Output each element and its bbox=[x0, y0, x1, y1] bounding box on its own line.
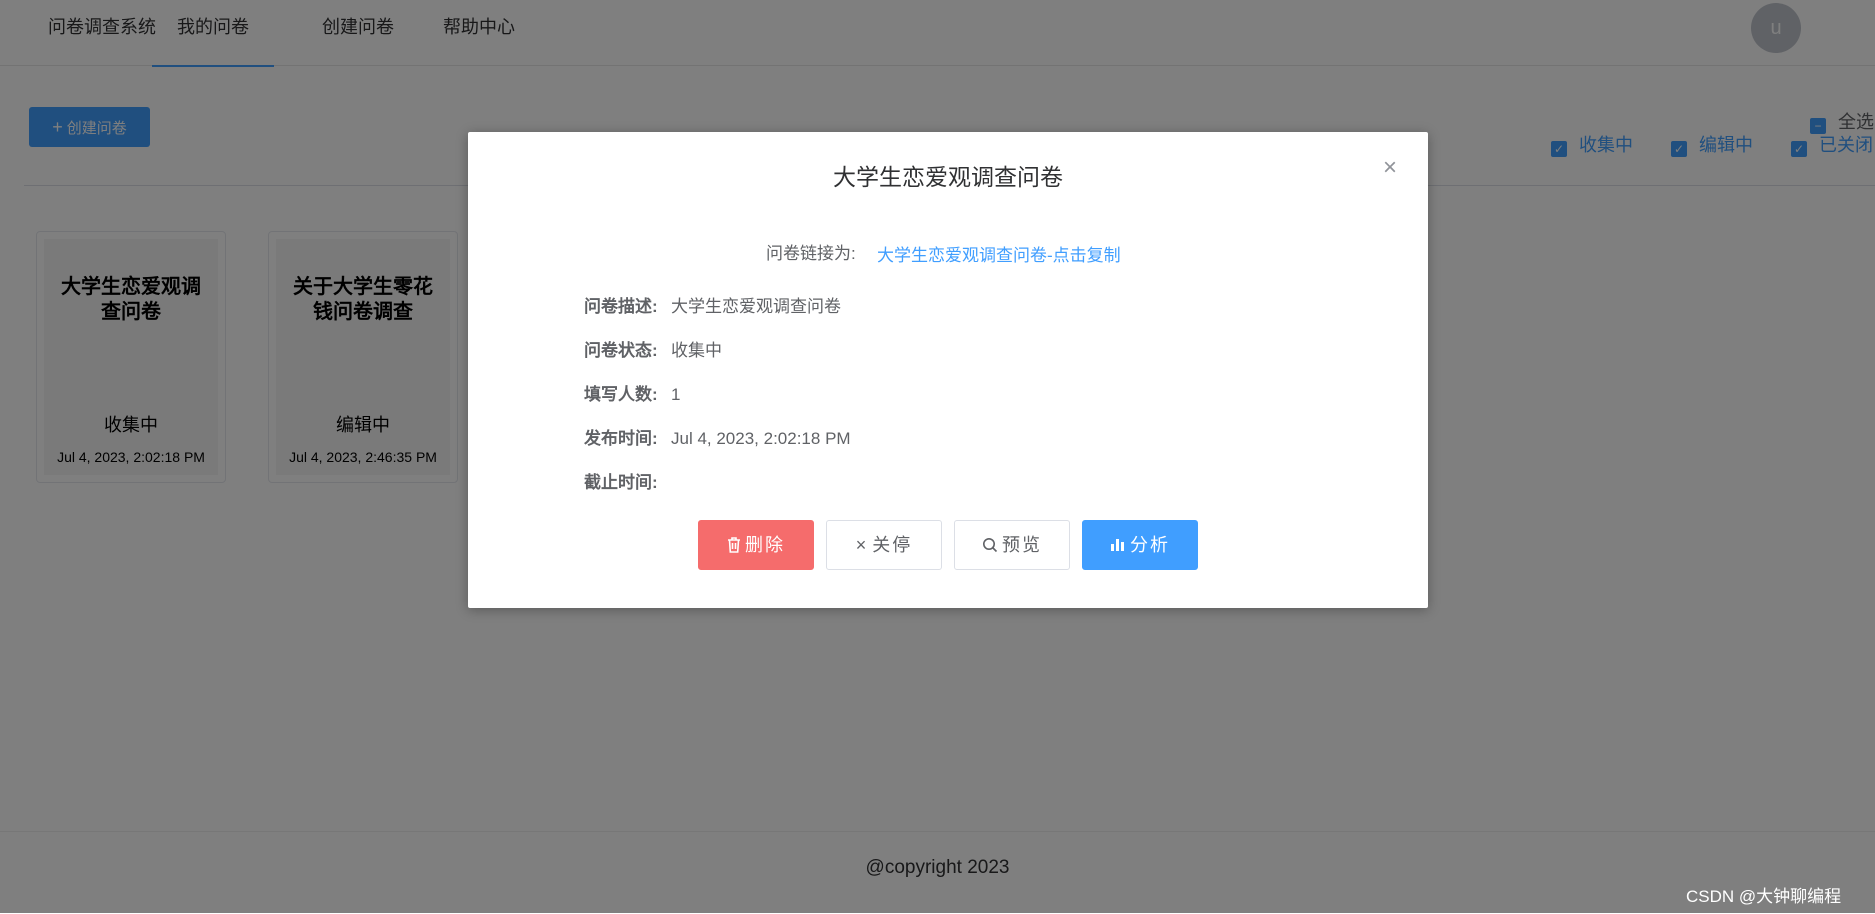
field-key: 填写人数: bbox=[584, 385, 658, 404]
field-value: 收集中 bbox=[671, 341, 722, 360]
watermark: CSDN @大钟聊编程 bbox=[1686, 887, 1842, 906]
stop-label: 关停 bbox=[872, 535, 913, 555]
field-deadline: 截止时间: bbox=[584, 468, 671, 493]
field-publish-time: 发布时间: Jul 4, 2023, 2:02:18 PM bbox=[584, 424, 851, 449]
survey-link-label: 问卷链接为: bbox=[766, 244, 856, 263]
field-value: 大学生恋爱观调查问卷 bbox=[671, 297, 841, 316]
trash-icon bbox=[727, 521, 741, 569]
delete-button[interactable]: 删除 bbox=[698, 520, 814, 570]
analyze-button[interactable]: 分析 bbox=[1082, 520, 1198, 570]
survey-detail-dialog: 大学生恋爱观调查问卷 × 问卷链接为: 大学生恋爱观调查问卷-点击复制 问卷描述… bbox=[468, 132, 1428, 608]
field-key: 问卷描述: bbox=[584, 297, 658, 316]
close-icon: × bbox=[855, 535, 869, 555]
close-icon[interactable]: × bbox=[1383, 154, 1397, 182]
field-key: 截止时间: bbox=[584, 473, 658, 492]
preview-label: 预览 bbox=[1002, 535, 1042, 555]
stop-button[interactable]: × 关停 bbox=[826, 520, 942, 570]
field-status: 问卷状态: 收集中 bbox=[584, 336, 722, 361]
field-value: Jul 4, 2023, 2:02:18 PM bbox=[671, 429, 851, 448]
delete-label: 删除 bbox=[745, 535, 785, 555]
field-key: 问卷状态: bbox=[584, 341, 658, 360]
bar-chart-icon bbox=[1110, 521, 1126, 569]
analyze-label: 分析 bbox=[1130, 535, 1170, 555]
preview-button[interactable]: 预览 bbox=[954, 520, 1070, 570]
field-value: 1 bbox=[671, 385, 681, 404]
field-respondents: 填写人数: 1 bbox=[584, 380, 680, 405]
search-icon bbox=[982, 521, 998, 569]
field-description: 问卷描述: 大学生恋爱观调查问卷 bbox=[584, 292, 841, 317]
survey-link-copy[interactable]: 大学生恋爱观调查问卷-点击复制 bbox=[877, 241, 1121, 266]
dialog-title: 大学生恋爱观调查问卷 bbox=[833, 164, 1063, 190]
field-key: 发布时间: bbox=[584, 429, 658, 448]
